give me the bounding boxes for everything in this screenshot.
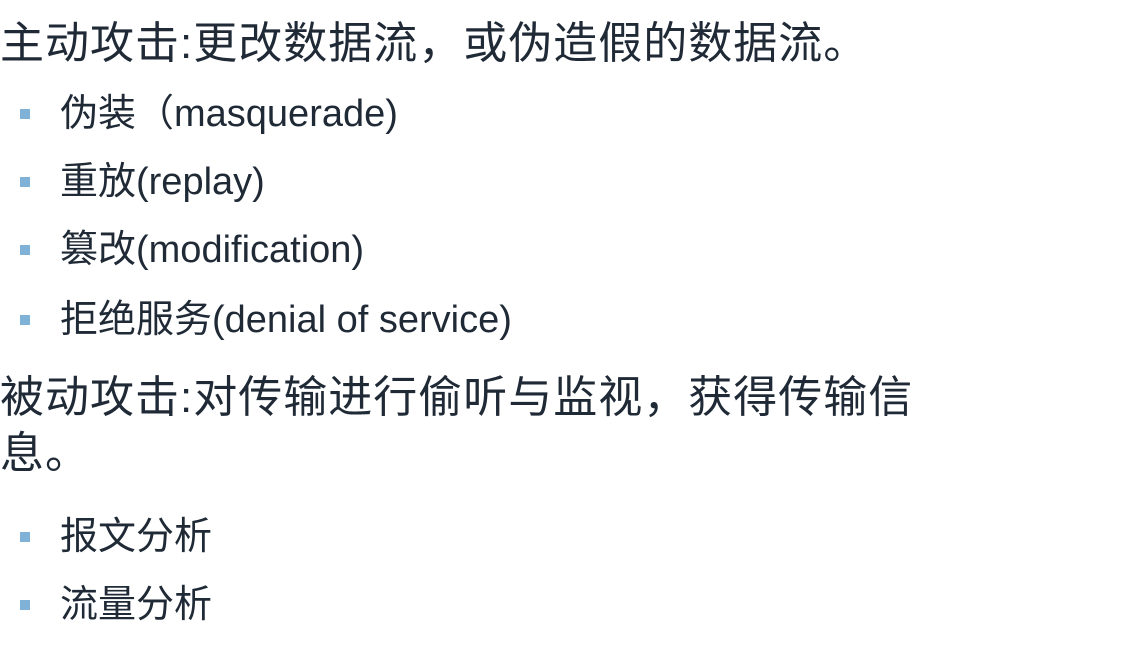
active-attack-heading-text: 主动攻击:更改数据流，或伪造假的数据流。: [0, 19, 869, 68]
square-bullet-icon: [20, 315, 30, 325]
square-bullet-icon: [20, 109, 30, 119]
passive-attack-heading-line1: 被动攻击:对传输进行偷听与监视，获得传输信: [0, 373, 914, 422]
list-item-label: 流量分析: [60, 584, 213, 626]
square-bullet-icon: [20, 532, 30, 542]
list-item-label: 篡改(modification): [60, 229, 365, 271]
list-item-masquerade: 伪装（masquerade): [20, 87, 398, 141]
square-bullet-icon: [20, 177, 30, 187]
list-item-label: 重放(replay): [60, 161, 265, 203]
passive-attack-heading-line2: 息。: [0, 429, 90, 478]
list-item-traffic-analysis: 流量分析: [20, 578, 212, 632]
list-item-message-analysis: 报文分析: [20, 510, 212, 564]
passive-attack-heading: 被动攻击:对传输进行偷听与监视，获得传输信 息。: [0, 370, 913, 482]
list-item-denial-of-service: 拒绝服务(denial of service): [20, 293, 512, 347]
active-attack-heading: 主动攻击:更改数据流，或伪造假的数据流。: [0, 16, 868, 72]
list-item-label: 报文分析: [60, 516, 213, 558]
slide: 主动攻击:更改数据流，或伪造假的数据流。 伪装（masquerade) 重放(r…: [0, 0, 1138, 648]
square-bullet-icon: [20, 245, 30, 255]
square-bullet-icon: [20, 600, 30, 610]
list-item-replay: 重放(replay): [20, 155, 265, 209]
list-item-modification: 篡改(modification): [20, 223, 364, 277]
list-item-label: 拒绝服务(denial of service): [60, 299, 512, 341]
list-item-label: 伪装（masquerade): [60, 93, 398, 135]
